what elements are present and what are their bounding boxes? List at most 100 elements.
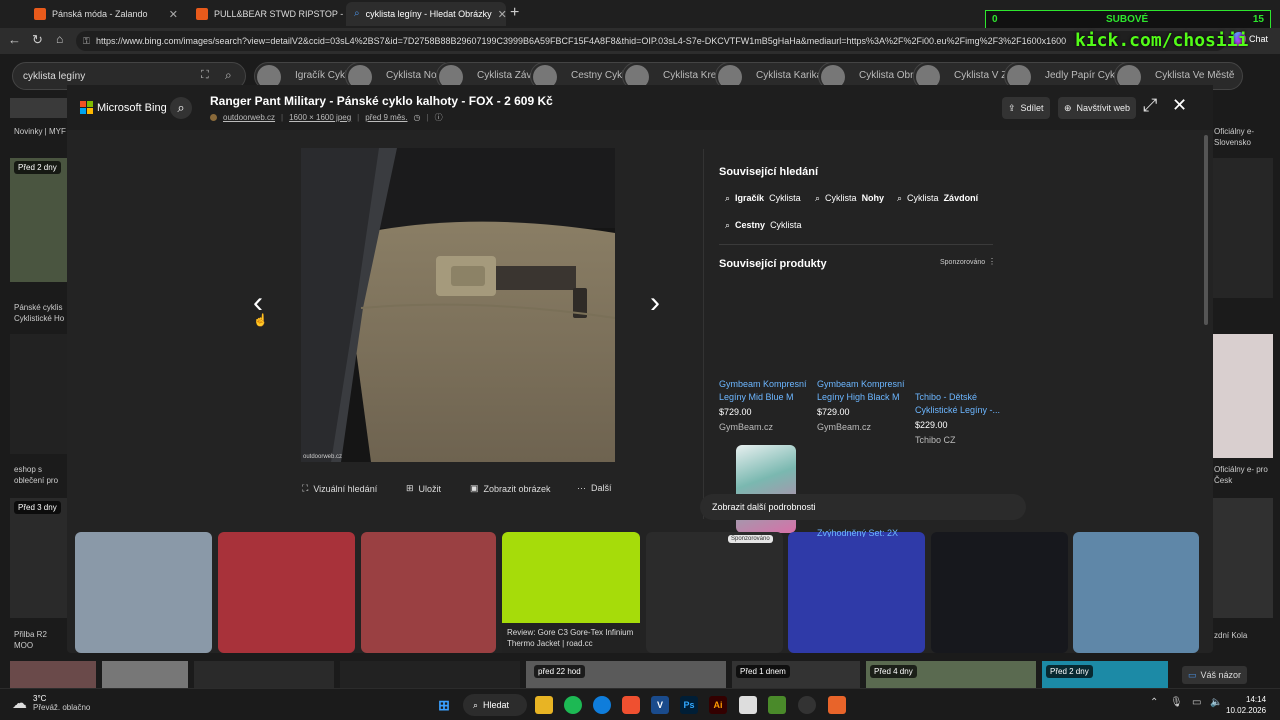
tab-pullbear[interactable]: PULL&BEAR STWD RIPSTOP - Zim ✕ bbox=[188, 2, 344, 26]
volume-icon[interactable]: 🔈 bbox=[1210, 697, 1222, 708]
next-image-button[interactable]: › bbox=[650, 288, 660, 318]
overlay-label: SUBOVÉ bbox=[1106, 14, 1149, 25]
result-thumbnail[interactable] bbox=[194, 661, 334, 688]
result-caption: Oficiálny e- Slovensko bbox=[1214, 127, 1255, 147]
age-badge: Před 1 dnem bbox=[736, 665, 790, 678]
app-icon[interactable] bbox=[739, 696, 757, 714]
visual-search-icon[interactable]: ⛶ bbox=[201, 69, 209, 82]
related-search-nohy[interactable]: ⌕ Cyklista Nohy bbox=[809, 188, 884, 208]
modal-search-icon[interactable]: ⌕ bbox=[170, 97, 192, 119]
strip-image[interactable] bbox=[361, 532, 496, 653]
result-thumbnail[interactable] bbox=[10, 334, 67, 454]
age-badge: Před 4 dny bbox=[870, 665, 917, 678]
sponsored-menu-icon[interactable]: ⋮ bbox=[988, 257, 996, 266]
globe-icon: ⊕ bbox=[1064, 102, 1072, 113]
main-image[interactable]: outdoorweb.cz bbox=[301, 148, 615, 462]
stream-overlay: 0 SUBOVÉ 15 bbox=[985, 10, 1271, 30]
site-info-icon[interactable]: ⚿ bbox=[83, 31, 90, 51]
close-tab-icon[interactable]: ✕ bbox=[492, 8, 506, 21]
product-card[interactable]: Gymbeam Kompresní Legíny Mid Blue M $729… bbox=[719, 378, 815, 434]
modal-scrollbar[interactable] bbox=[1204, 135, 1208, 325]
result-thumbnail[interactable] bbox=[10, 98, 67, 118]
save-button[interactable]: ⊞ Uložit bbox=[406, 483, 441, 494]
zalando-favicon-icon bbox=[34, 8, 46, 20]
result-thumbnail[interactable] bbox=[340, 661, 520, 688]
file-explorer-icon[interactable] bbox=[535, 696, 553, 714]
pullbear-favicon-icon bbox=[196, 8, 208, 20]
edge-icon[interactable] bbox=[593, 696, 611, 714]
result-caption: eshop s oblečení pro motorkář bbox=[14, 465, 59, 485]
taskbar-search[interactable]: ⌕ Hledat bbox=[463, 694, 527, 716]
url-field[interactable]: ⚿ https://www.bing.com/images/search?vie… bbox=[76, 31, 1226, 51]
result-thumbnail[interactable] bbox=[1213, 334, 1273, 458]
illustrator-icon[interactable]: Ai bbox=[709, 696, 727, 714]
share-button[interactable]: ⇪ Sdílet bbox=[1002, 97, 1050, 119]
show-more-details-button[interactable]: Zobrazit další podrobnosti bbox=[700, 494, 1026, 520]
back-icon[interactable]: ← bbox=[8, 32, 21, 47]
related-rest: Cyklista bbox=[907, 193, 939, 203]
tab-bing-images[interactable]: ⌕ cyklista legíny - Hledat Obrázky ✕ bbox=[346, 2, 506, 26]
microsoft-logo-icon bbox=[80, 101, 93, 114]
related-bold: Cestny bbox=[735, 220, 766, 230]
related-search-igracik[interactable]: ⌕ Igračík Cyklista bbox=[719, 188, 801, 208]
search-icon[interactable]: ⌕ bbox=[225, 68, 232, 83]
weather-desc: Převáž. oblačno bbox=[33, 703, 91, 712]
strip-image[interactable] bbox=[931, 532, 1068, 653]
weather-widget[interactable]: ☁ 3°C Převáž. oblačno bbox=[12, 694, 90, 712]
product-card[interactable]: Gymbeam Kompresní Legíny High Black M $7… bbox=[817, 378, 913, 434]
age-badge: Před 2 dny bbox=[14, 161, 61, 174]
close-modal-icon[interactable]: ✕ bbox=[1172, 95, 1187, 116]
vegas-icon[interactable]: V bbox=[651, 696, 669, 714]
minecraft-icon[interactable] bbox=[768, 696, 786, 714]
obs-icon[interactable] bbox=[798, 696, 816, 714]
product-name[interactable]: Gymbeam Kompresní Legíny High Black M bbox=[817, 378, 913, 404]
new-tab-button[interactable]: + bbox=[510, 4, 519, 22]
image-dimensions[interactable]: 1600 × 1600 jpeg bbox=[289, 113, 351, 122]
product-name-partial[interactable]: Zvýhodněný Set: 2X bbox=[817, 528, 898, 537]
more-button[interactable]: ··· Další bbox=[577, 483, 612, 493]
related-search-cestny[interactable]: ⌕ Cestny Cyklista bbox=[719, 215, 802, 235]
spotify-icon[interactable] bbox=[564, 696, 582, 714]
source-link[interactable]: outdoorweb.cz bbox=[223, 113, 275, 122]
view-image-button[interactable]: ▣ Zobrazit obrázek bbox=[470, 483, 551, 494]
info-icon[interactable]: ⓘ bbox=[435, 112, 443, 123]
result-thumbnail[interactable] bbox=[1213, 498, 1273, 618]
result-thumbnail[interactable] bbox=[102, 661, 188, 688]
bing-logo[interactable]: Microsoft Bing bbox=[80, 101, 167, 114]
product-card[interactable]: Tchibo - Dětské Cyklistické Legíny -... … bbox=[915, 391, 1011, 447]
product-name[interactable]: Tchibo - Dětské Cyklistické Legíny -... bbox=[915, 391, 1011, 417]
tab-zalando[interactable]: Pánská móda - Zalando ✕ bbox=[26, 2, 186, 26]
result-thumbnail[interactable] bbox=[10, 661, 96, 688]
clock[interactable]: 14:14 10.02.2026 bbox=[1226, 694, 1266, 716]
age-badge: Před 3 dny bbox=[14, 501, 61, 514]
visual-search-button[interactable]: ⛶ Vizuální hledání bbox=[302, 483, 377, 494]
blender-icon[interactable] bbox=[828, 696, 846, 714]
visit-site-button[interactable]: ⊕ Navštívit web bbox=[1058, 97, 1137, 119]
microphone-icon[interactable]: 🎙 bbox=[1170, 697, 1183, 708]
result-caption: Oficiálny e- pro Česk bbox=[1214, 465, 1268, 485]
history-icon: ◷ bbox=[413, 113, 421, 122]
reload-icon[interactable]: ↻ bbox=[32, 32, 43, 48]
result-thumbnail[interactable] bbox=[10, 498, 67, 618]
home-icon[interactable]: ⌂ bbox=[56, 32, 63, 46]
feedback-button[interactable]: ▭ Váš názor bbox=[1182, 666, 1248, 684]
strip-image[interactable] bbox=[646, 532, 783, 653]
result-thumbnail[interactable] bbox=[1213, 158, 1273, 298]
photoshop-icon[interactable]: Ps bbox=[680, 696, 698, 714]
result-thumbnail[interactable] bbox=[10, 158, 67, 282]
brave-icon[interactable] bbox=[622, 696, 640, 714]
expand-icon[interactable]: ⤢ bbox=[1143, 95, 1157, 116]
strip-image[interactable] bbox=[75, 532, 212, 653]
product-price: $229.00 bbox=[915, 420, 948, 430]
url-text: https://www.bing.com/images/search?view=… bbox=[96, 36, 1067, 46]
strip-image[interactable] bbox=[218, 532, 355, 653]
close-tab-icon[interactable]: ✕ bbox=[163, 8, 178, 21]
start-icon[interactable]: ⊞ bbox=[435, 696, 453, 714]
tray-chevron-icon[interactable]: ⌃ bbox=[1150, 697, 1158, 708]
search-query: cyklista legíny bbox=[23, 71, 86, 82]
related-search-zavdoni[interactable]: ⌕ Cyklista Závdoní bbox=[891, 188, 978, 208]
strip-image[interactable] bbox=[1073, 532, 1199, 653]
strip-image[interactable] bbox=[788, 532, 925, 653]
network-icon[interactable]: ▭ bbox=[1192, 697, 1201, 708]
product-name[interactable]: Gymbeam Kompresní Legíny Mid Blue M bbox=[719, 378, 815, 404]
